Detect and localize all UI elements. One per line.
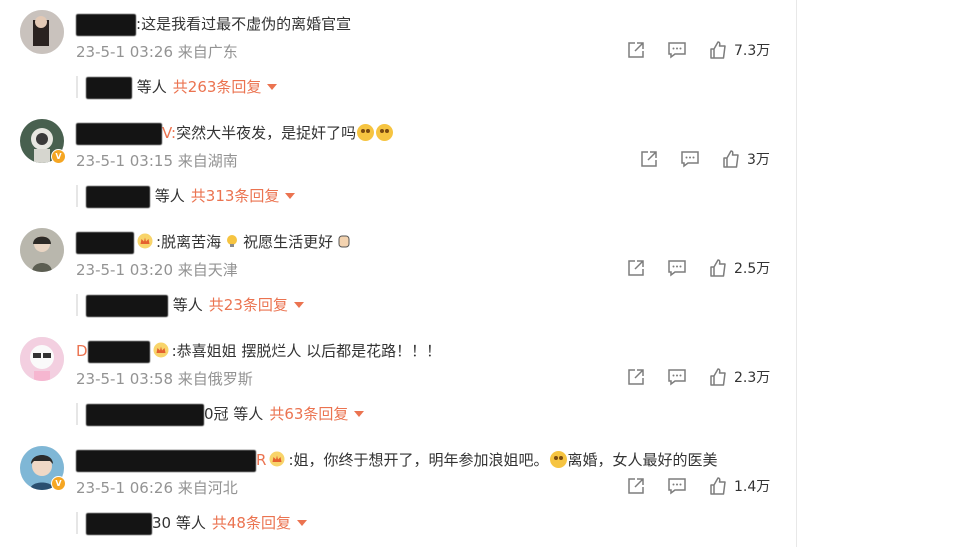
like-count: 2.3万 bbox=[734, 370, 771, 386]
like-count: 7.3万 bbox=[734, 43, 771, 59]
comment-item: :这是我看过最不虚伪的离婚官宣 23-5-1 03:26 来自广东 7.3万 等… bbox=[0, 0, 796, 109]
redacted-username bbox=[86, 185, 150, 208]
reply-count-link[interactable]: 共48条回复 bbox=[212, 514, 291, 532]
crown-badge-icon bbox=[153, 342, 169, 358]
comment-item: V V:突然大半夜发，是捉奸了吗 23-5-1 03:15 来自湖南 3万 等人… bbox=[0, 109, 796, 218]
like-icon[interactable] bbox=[708, 258, 728, 278]
like-icon[interactable] bbox=[708, 40, 728, 60]
share-icon[interactable] bbox=[626, 40, 646, 60]
crown-badge-icon bbox=[269, 451, 285, 467]
reply-count-link[interactable]: 共23条回复 bbox=[209, 296, 288, 314]
avatar[interactable] bbox=[20, 337, 64, 381]
redacted-username bbox=[86, 294, 168, 317]
share-icon[interactable] bbox=[626, 476, 646, 496]
surprised-emoji-icon bbox=[357, 124, 375, 141]
comment-text: 恭喜姐姐 摆脱烂人 以后都是花路！！！ bbox=[176, 342, 442, 360]
comment-text-2: 祝愿生活更好 bbox=[243, 233, 334, 251]
comment-meta: 23-5-1 03:20 来自天津 bbox=[76, 260, 238, 280]
comment-date: 23-5-1 03:26 bbox=[76, 43, 173, 61]
redacted-username bbox=[87, 340, 150, 363]
comment-item: :脱离苦海 祝愿生活更好 23-5-1 03:20 来自天津 2.5万 等人 共23… bbox=[0, 218, 796, 327]
comment-line: V:突然大半夜发，是捉奸了吗 bbox=[76, 121, 394, 145]
like-count: 2.5万 bbox=[734, 261, 771, 277]
redacted-username bbox=[76, 449, 256, 472]
avatar[interactable] bbox=[20, 10, 64, 54]
comment-meta: 23-5-1 03:26 来自广东 bbox=[76, 42, 238, 62]
comment-icon[interactable] bbox=[667, 367, 687, 387]
reply-users-suffix: 等人 bbox=[172, 296, 203, 314]
verified-badge-icon: V bbox=[51, 149, 66, 164]
redacted-username bbox=[86, 512, 152, 535]
comment-icon[interactable] bbox=[667, 476, 687, 496]
redacted-username bbox=[86, 403, 204, 426]
crown-badge-icon bbox=[137, 233, 153, 249]
chevron-down-icon[interactable] bbox=[296, 520, 307, 526]
reply-count-link[interactable]: 共313条回复 bbox=[191, 187, 280, 205]
comment-date: 23-5-1 03:58 bbox=[76, 370, 173, 388]
redacted-username bbox=[76, 231, 134, 254]
redacted-username bbox=[86, 76, 132, 99]
username[interactable]: D bbox=[76, 342, 88, 360]
reply-summary: 30 等人 共48条回复 bbox=[76, 512, 307, 535]
comment-date: 23-5-1 06:26 bbox=[76, 479, 173, 497]
surprised-emoji-icon bbox=[376, 124, 394, 141]
comment-icon[interactable] bbox=[667, 258, 687, 278]
comment-meta: 23-5-1 03:58 来自俄罗斯 bbox=[76, 369, 253, 389]
verified-badge-icon: V bbox=[51, 476, 66, 491]
comment-line: R :姐，你终于想开了，明年参加浪姐吧。 离婚，女人最好的医美 bbox=[76, 448, 718, 472]
like-icon[interactable] bbox=[721, 149, 741, 169]
reply-summary: 0冠 等人 共63条回复 bbox=[76, 403, 365, 426]
share-icon[interactable] bbox=[626, 258, 646, 278]
chevron-down-icon[interactable] bbox=[293, 302, 304, 308]
name-tail: R bbox=[256, 451, 267, 469]
avatar[interactable] bbox=[20, 228, 64, 272]
reply-users-suffix: 等人 bbox=[136, 78, 167, 96]
comment-location: 来自广东 bbox=[177, 43, 238, 61]
reply-users-suffix: 0冠 等人 bbox=[204, 405, 264, 423]
comment-text: 这是我看过最不虚伪的离婚官宣 bbox=[141, 15, 352, 33]
comment-location: 来自河北 bbox=[177, 479, 238, 497]
like-count: 1.4万 bbox=[734, 479, 771, 495]
comment-location: 来自天津 bbox=[177, 261, 238, 279]
comment-text: 脱离苦海 bbox=[161, 233, 222, 251]
like-icon[interactable] bbox=[708, 367, 728, 387]
comment-line: D:恭喜姐姐 摆脱烂人 以后都是花路！！！ bbox=[76, 339, 441, 363]
chevron-down-icon[interactable] bbox=[267, 84, 278, 90]
comment-meta: 23-5-1 06:26 来自河北 bbox=[76, 478, 238, 498]
comment-icon[interactable] bbox=[667, 40, 687, 60]
name-separator: V: bbox=[162, 124, 177, 142]
comment-line: :这是我看过最不虚伪的离婚官宣 bbox=[76, 12, 351, 36]
share-icon[interactable] bbox=[626, 367, 646, 387]
reply-summary: 等人 共23条回复 bbox=[76, 294, 304, 317]
reply-count-link[interactable]: 共263条回复 bbox=[173, 78, 262, 96]
redacted-username bbox=[76, 122, 162, 145]
reply-summary: 等人 共263条回复 bbox=[76, 76, 278, 99]
redacted-username bbox=[76, 13, 136, 36]
comment-line: :脱离苦海 祝愿生活更好 bbox=[76, 230, 355, 254]
comment-item: D:恭喜姐姐 摆脱烂人 以后都是花路！！！ 23-5-1 03:58 来自俄罗斯… bbox=[0, 327, 796, 436]
comment-location: 来自俄罗斯 bbox=[177, 370, 253, 388]
tongue-emoji-icon bbox=[549, 451, 567, 468]
comment-feed: :这是我看过最不虚伪的离婚官宣 23-5-1 03:26 来自广东 7.3万 等… bbox=[0, 0, 797, 547]
comment-item: V R :姐，你终于想开了，明年参加浪姐吧。 离婚，女人最好的医美 23-5-1 0… bbox=[0, 436, 796, 545]
lightbulb-emoji-icon bbox=[227, 235, 238, 247]
like-icon[interactable] bbox=[708, 476, 728, 496]
reply-users-suffix: 30 等人 bbox=[152, 514, 206, 532]
comment-icon[interactable] bbox=[680, 149, 700, 169]
comment-date: 23-5-1 03:15 bbox=[76, 152, 173, 170]
comment-date: 23-5-1 03:20 bbox=[76, 261, 173, 279]
comment-text: 突然大半夜发，是捉奸了吗 bbox=[176, 124, 357, 142]
chevron-down-icon[interactable] bbox=[354, 411, 365, 417]
comment-meta: 23-5-1 03:15 来自湖南 bbox=[76, 151, 238, 171]
reply-summary: 等人 共313条回复 bbox=[76, 185, 296, 208]
comment-location: 来自湖南 bbox=[177, 152, 238, 170]
comment-text-2: 离婚，女人最好的医美 bbox=[567, 451, 718, 469]
reply-users-suffix: 等人 bbox=[154, 187, 185, 205]
fist-emoji-icon bbox=[338, 235, 350, 248]
comment-text: :姐，你终于想开了，明年参加浪姐吧。 bbox=[288, 451, 549, 469]
share-icon[interactable] bbox=[639, 149, 659, 169]
chevron-down-icon[interactable] bbox=[285, 193, 296, 199]
reply-count-link[interactable]: 共63条回复 bbox=[269, 405, 348, 423]
like-count: 3万 bbox=[747, 152, 770, 168]
